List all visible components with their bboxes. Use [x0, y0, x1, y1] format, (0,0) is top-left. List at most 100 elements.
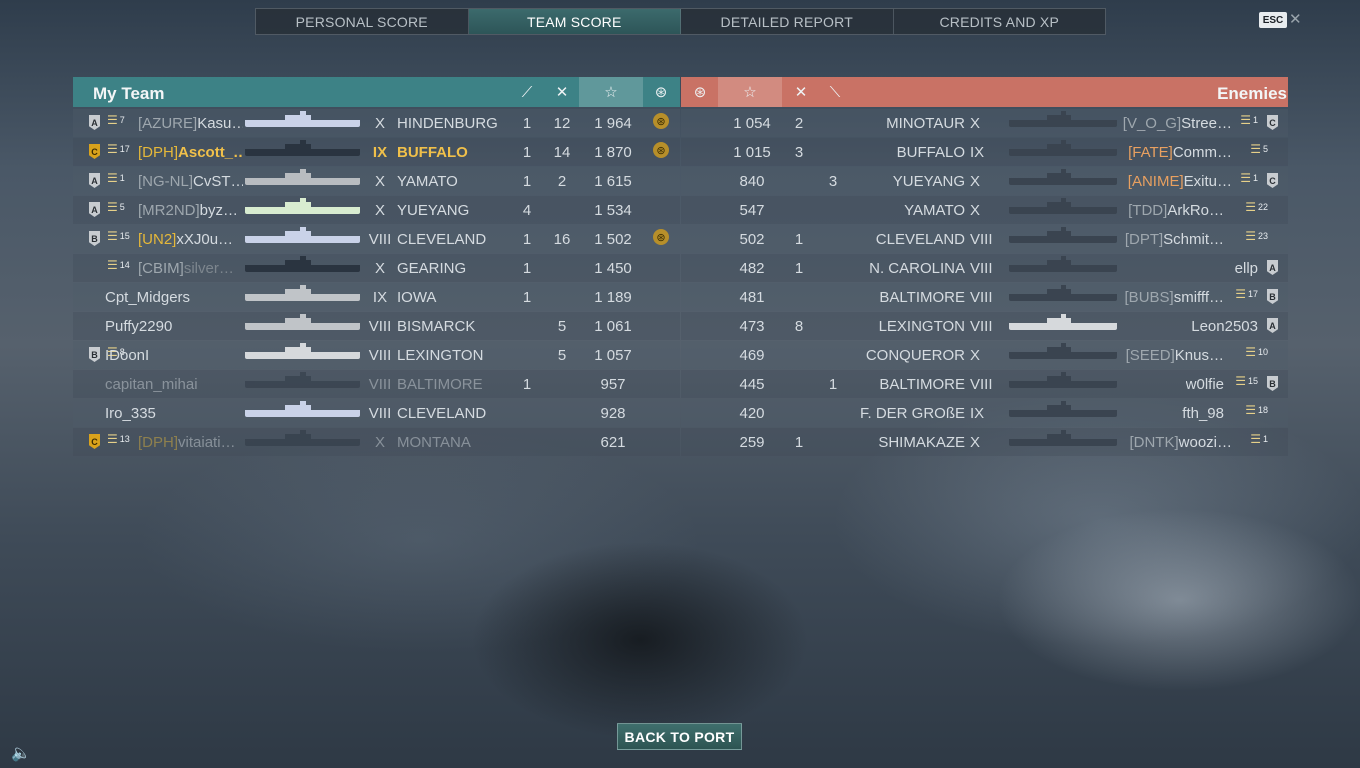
ship-name: HINDENBURG	[397, 115, 498, 132]
player-name[interactable]: [DPH]vitaiati…	[138, 434, 236, 451]
table-row[interactable]: Cpt_Midgers IX IOWA 1 1 189	[73, 283, 680, 311]
planes-destroyed-icon[interactable]: ✕	[547, 77, 577, 107]
close-icon[interactable]: ✕	[1289, 10, 1302, 28]
table-row[interactable]: 547 YAMATO X [TDD]ArkRo… ☰ 22	[681, 196, 1288, 224]
clan-tag: [FATE]	[1128, 144, 1173, 161]
base-xp-star-icon[interactable]: ☆	[718, 77, 782, 107]
torpedo-icon[interactable]: ⟋	[512, 77, 542, 107]
ship-silhouette	[1009, 169, 1117, 185]
player-name[interactable]: Leon2503	[1191, 318, 1258, 335]
tab-team-score[interactable]: TEAM SCORE	[468, 9, 681, 34]
player-name[interactable]: IDoonI	[105, 347, 149, 364]
tab-detailed-report[interactable]: DETAILED REPORT	[681, 9, 894, 34]
clan-tag: [SEED]	[1125, 347, 1175, 364]
base-xp-score: 1 964	[594, 115, 632, 132]
ship-tier: X	[374, 202, 385, 219]
medal-icon[interactable]: ⊛	[684, 77, 716, 107]
planes-destroyed: 2	[557, 173, 567, 190]
planes-destroyed-icon[interactable]: ✕	[786, 77, 816, 107]
table-row[interactable]: A ☰ 5 [MR2ND]byz… X YUEYANG 4 1 534	[73, 196, 680, 224]
player-name[interactable]: [TDD]ArkRo…	[1128, 202, 1224, 219]
player-name[interactable]: [FATE]Comm…	[1128, 144, 1232, 161]
planes-destroyed: 5	[557, 318, 567, 335]
table-row[interactable]: 481 BALTIMORE VIII [BUBS]smifff… ☰ 17 B	[681, 283, 1288, 311]
level-number: 15	[1247, 376, 1258, 386]
table-row[interactable]: 482 1 N. CAROLINA VIII ellp A	[681, 254, 1288, 282]
table-row[interactable]: 473 8 LEXINGTON VIII Leon2503 A	[681, 312, 1288, 340]
player-name[interactable]: [ANIME]Exitu…	[1128, 173, 1232, 190]
player-name[interactable]: [DNTK]woozi…	[1129, 434, 1232, 451]
sound-icon[interactable]: 🔈	[11, 743, 31, 763]
esc-key-hint[interactable]: ESC	[1259, 12, 1287, 28]
player-name[interactable]: [UN2]xXJ0u…	[138, 231, 233, 248]
table-row[interactable]: 469 CONQUEROR X [SEED]Knus… ☰ 10	[681, 341, 1288, 369]
table-row[interactable]: 259 1 SHIMAKAZE X [DNTK]woozi… ☰ 1	[681, 428, 1288, 456]
player-name[interactable]: Puffy2290	[105, 318, 172, 335]
medal-icon[interactable]: ⊛	[645, 77, 677, 107]
player-name[interactable]: [SEED]Knus…	[1126, 347, 1224, 364]
table-row[interactable]: 1 015 3 BUFFALO IX [FATE]Comm… ☰ 5	[681, 138, 1288, 166]
player-nickname: silver…	[183, 260, 234, 277]
player-name[interactable]: Iro_335	[105, 405, 156, 422]
table-row[interactable]: ☰ 14 [CBIM]silver… X GEARING 1 1 450	[73, 254, 680, 282]
ship-silhouette	[245, 198, 360, 214]
table-row[interactable]: A ☰ 1 [NG-NL]CvST… X YAMATO 1 2 1 615	[73, 167, 680, 195]
level-badge: ☰ 7	[107, 113, 125, 127]
rank-badge: A	[1267, 318, 1278, 333]
tab-credits-and-xp[interactable]: CREDITS AND XP	[894, 9, 1106, 34]
base-xp-score: 1 061	[594, 318, 632, 335]
ship-name: MINOTAUR	[886, 115, 965, 132]
player-name[interactable]: fth_98	[1182, 405, 1224, 422]
table-row[interactable]: 840 3 YUEYANG X [ANIME]Exitu… ☰ 1 C	[681, 167, 1288, 195]
base-xp-score: 1 615	[594, 173, 632, 190]
planes-destroyed: 16	[553, 231, 571, 248]
torpedo-icon[interactable]: ⟍	[820, 77, 850, 107]
player-nickname: Ascott_…	[178, 144, 243, 161]
player-name[interactable]: Cpt_Midgers	[105, 289, 190, 306]
medal-icon: ⊛	[653, 113, 669, 129]
level-chevron-icon: ☰	[1250, 142, 1261, 156]
clan-tag: [NG-NL]	[138, 173, 194, 190]
level-badge: ☰ 18	[1245, 403, 1268, 417]
table-row[interactable]: B ☰ 8 IDoonI VIII LEXINGTON 5 1 057	[73, 341, 680, 369]
table-row[interactable]: capitan_mihai VIII BALTIMORE 1 957	[73, 370, 680, 398]
ship-silhouette	[245, 401, 360, 417]
clan-tag: [DPH]	[138, 434, 179, 451]
ship-tier: IX	[970, 144, 985, 161]
player-name[interactable]: w0lfie	[1186, 376, 1224, 393]
table-row[interactable]: 445 1 BALTIMORE VIII w0lfie ☰ 15 B	[681, 370, 1288, 398]
player-name[interactable]: [MR2ND]byz…	[138, 202, 238, 219]
torpedo-hits: 1	[522, 144, 532, 161]
clan-tag: [DPT]	[1124, 231, 1164, 248]
rank-badge: A	[1267, 260, 1278, 275]
table-row[interactable]: 502 1 CLEVELAND VIII [DPT]Schmit… ☰ 23	[681, 225, 1288, 253]
table-row[interactable]: 420 F. DER GROßE IX fth_98 ☰ 18	[681, 399, 1288, 427]
player-name[interactable]: [NG-NL]CvST…	[138, 173, 243, 190]
ship-tier: VIII	[970, 231, 993, 248]
tab-personal-score[interactable]: PERSONAL SCORE	[256, 9, 469, 34]
ship-name: N. CAROLINA	[869, 260, 965, 277]
table-row[interactable]: A ☰ 7 [AZURE]Kasu… X HINDENBURG 1 12 1 964 ⊛	[73, 109, 680, 137]
torpedo-hits: 1	[522, 289, 532, 306]
back-to-port-button[interactable]: BACK TO PORT	[617, 723, 742, 750]
table-row[interactable]: C ☰ 17 [DPH]Ascott_… IX BUFFALO 1 14 1 870 ⊛	[73, 138, 680, 166]
player-name[interactable]: [CBIM]silver…	[138, 260, 234, 277]
player-name[interactable]: ellp	[1235, 260, 1258, 277]
table-row[interactable]: B ☰ 15 [UN2]xXJ0u… VIII CLEVELAND 1 16 1 502 ⊛	[73, 225, 680, 253]
table-row[interactable]: Puffy2290 VIII BISMARCK 5 1 061	[73, 312, 680, 340]
base-xp-star-icon[interactable]: ☆	[579, 77, 643, 107]
base-xp-score: 1 534	[594, 202, 632, 219]
ship-silhouette	[245, 285, 360, 301]
clan-tag: [MR2ND]	[138, 202, 200, 219]
player-name[interactable]: [AZURE]Kasu…	[138, 115, 243, 132]
player-name[interactable]: [DPH]Ascott_…	[138, 144, 243, 161]
player-name[interactable]: [V_O_G]Stree…	[1123, 115, 1232, 132]
player-name[interactable]: capitan_mihai	[105, 376, 198, 393]
table-row[interactable]: C ☰ 13 [DPH]vitaiati… X MONTANA 621	[73, 428, 680, 456]
table-row[interactable]: 1 054 2 MINOTAUR X [V_O_G]Stree… ☰ 1 C	[681, 109, 1288, 137]
player-name[interactable]: [DPT]Schmit…	[1125, 231, 1224, 248]
player-name[interactable]: [BUBS]smifff…	[1125, 289, 1224, 306]
ship-tier: X	[374, 115, 385, 132]
table-row[interactable]: Iro_335 VIII CLEVELAND 928	[73, 399, 680, 427]
player-nickname: Iro_335	[105, 405, 156, 422]
